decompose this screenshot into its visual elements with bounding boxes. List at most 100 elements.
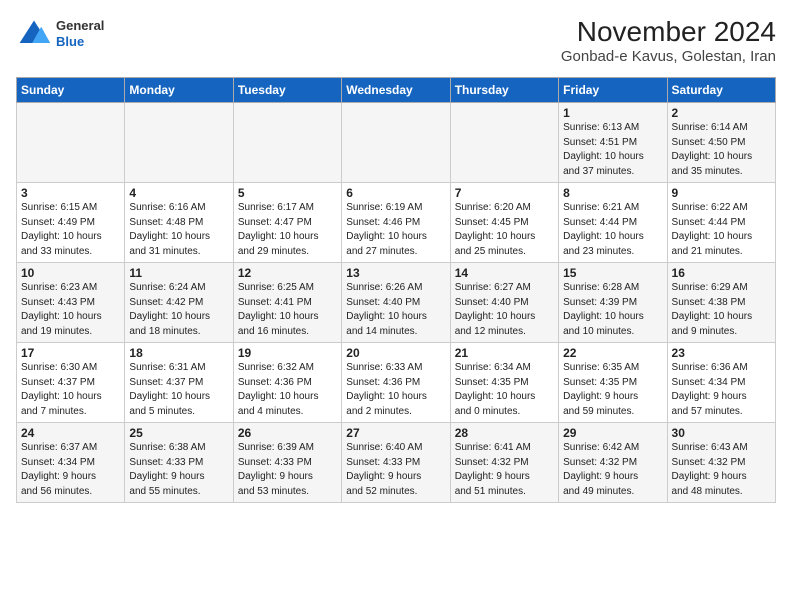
day-info: Sunrise: 6:32 AM Sunset: 4:36 PM Dayligh…	[238, 361, 337, 419]
calendar-day-cell: 8Sunrise: 6:21 AM Sunset: 4:44 PM Daylig…	[559, 183, 667, 263]
day-info: Sunrise: 6:14 AM Sunset: 4:50 PM Dayligh…	[672, 121, 771, 179]
day-number: 22	[563, 346, 662, 360]
day-number: 20	[346, 346, 445, 360]
day-info: Sunrise: 6:40 AM Sunset: 4:33 PM Dayligh…	[346, 441, 445, 499]
day-info: Sunrise: 6:30 AM Sunset: 4:37 PM Dayligh…	[21, 361, 120, 419]
weekday-header: Thursday	[450, 78, 558, 103]
day-number: 28	[455, 426, 554, 440]
calendar-week-row: 1Sunrise: 6:13 AM Sunset: 4:51 PM Daylig…	[17, 103, 776, 183]
day-number: 27	[346, 426, 445, 440]
calendar-empty-cell	[342, 103, 450, 183]
day-info: Sunrise: 6:33 AM Sunset: 4:36 PM Dayligh…	[346, 361, 445, 419]
weekday-header: Wednesday	[342, 78, 450, 103]
calendar-day-cell: 11Sunrise: 6:24 AM Sunset: 4:42 PM Dayli…	[125, 263, 233, 343]
day-number: 19	[238, 346, 337, 360]
day-info: Sunrise: 6:34 AM Sunset: 4:35 PM Dayligh…	[455, 361, 554, 419]
day-number: 11	[129, 266, 228, 280]
day-info: Sunrise: 6:37 AM Sunset: 4:34 PM Dayligh…	[21, 441, 120, 499]
calendar-day-cell: 1Sunrise: 6:13 AM Sunset: 4:51 PM Daylig…	[559, 103, 667, 183]
day-info: Sunrise: 6:20 AM Sunset: 4:45 PM Dayligh…	[455, 201, 554, 259]
day-info: Sunrise: 6:38 AM Sunset: 4:33 PM Dayligh…	[129, 441, 228, 499]
day-number: 6	[346, 186, 445, 200]
day-info: Sunrise: 6:39 AM Sunset: 4:33 PM Dayligh…	[238, 441, 337, 499]
calendar-header-row: SundayMondayTuesdayWednesdayThursdayFrid…	[17, 78, 776, 103]
calendar-day-cell: 19Sunrise: 6:32 AM Sunset: 4:36 PM Dayli…	[233, 343, 341, 423]
calendar-day-cell: 10Sunrise: 6:23 AM Sunset: 4:43 PM Dayli…	[17, 263, 125, 343]
day-number: 30	[672, 426, 771, 440]
day-number: 8	[563, 186, 662, 200]
calendar-day-cell: 2Sunrise: 6:14 AM Sunset: 4:50 PM Daylig…	[667, 103, 775, 183]
day-info: Sunrise: 6:41 AM Sunset: 4:32 PM Dayligh…	[455, 441, 554, 499]
day-info: Sunrise: 6:43 AM Sunset: 4:32 PM Dayligh…	[672, 441, 771, 499]
day-number: 5	[238, 186, 337, 200]
calendar-day-cell: 7Sunrise: 6:20 AM Sunset: 4:45 PM Daylig…	[450, 183, 558, 263]
day-info: Sunrise: 6:35 AM Sunset: 4:35 PM Dayligh…	[563, 361, 662, 419]
day-number: 24	[21, 426, 120, 440]
calendar-day-cell: 6Sunrise: 6:19 AM Sunset: 4:46 PM Daylig…	[342, 183, 450, 263]
calendar-week-row: 24Sunrise: 6:37 AM Sunset: 4:34 PM Dayli…	[17, 423, 776, 503]
calendar-day-cell: 23Sunrise: 6:36 AM Sunset: 4:34 PM Dayli…	[667, 343, 775, 423]
day-number: 4	[129, 186, 228, 200]
logo-icon	[16, 16, 52, 52]
calendar-day-cell: 24Sunrise: 6:37 AM Sunset: 4:34 PM Dayli…	[17, 423, 125, 503]
calendar-day-cell: 12Sunrise: 6:25 AM Sunset: 4:41 PM Dayli…	[233, 263, 341, 343]
calendar-day-cell: 13Sunrise: 6:26 AM Sunset: 4:40 PM Dayli…	[342, 263, 450, 343]
day-number: 16	[672, 266, 771, 280]
day-number: 18	[129, 346, 228, 360]
day-info: Sunrise: 6:23 AM Sunset: 4:43 PM Dayligh…	[21, 281, 120, 339]
calendar-day-cell: 15Sunrise: 6:28 AM Sunset: 4:39 PM Dayli…	[559, 263, 667, 343]
day-info: Sunrise: 6:42 AM Sunset: 4:32 PM Dayligh…	[563, 441, 662, 499]
weekday-header: Tuesday	[233, 78, 341, 103]
day-number: 7	[455, 186, 554, 200]
calendar-day-cell: 3Sunrise: 6:15 AM Sunset: 4:49 PM Daylig…	[17, 183, 125, 263]
page-subtitle: Gonbad-e Kavus, Golestan, Iran	[561, 48, 776, 65]
day-number: 3	[21, 186, 120, 200]
logo-text: General Blue	[56, 18, 104, 49]
day-number: 1	[563, 106, 662, 120]
calendar-empty-cell	[450, 103, 558, 183]
weekday-header: Friday	[559, 78, 667, 103]
day-info: Sunrise: 6:25 AM Sunset: 4:41 PM Dayligh…	[238, 281, 337, 339]
day-info: Sunrise: 6:24 AM Sunset: 4:42 PM Dayligh…	[129, 281, 228, 339]
calendar-empty-cell	[125, 103, 233, 183]
day-info: Sunrise: 6:15 AM Sunset: 4:49 PM Dayligh…	[21, 201, 120, 259]
day-info: Sunrise: 6:22 AM Sunset: 4:44 PM Dayligh…	[672, 201, 771, 259]
page-title: November 2024	[561, 16, 776, 48]
calendar-week-row: 10Sunrise: 6:23 AM Sunset: 4:43 PM Dayli…	[17, 263, 776, 343]
calendar-day-cell: 26Sunrise: 6:39 AM Sunset: 4:33 PM Dayli…	[233, 423, 341, 503]
day-number: 13	[346, 266, 445, 280]
logo: General Blue	[16, 16, 104, 52]
calendar-empty-cell	[233, 103, 341, 183]
calendar-day-cell: 18Sunrise: 6:31 AM Sunset: 4:37 PM Dayli…	[125, 343, 233, 423]
calendar-day-cell: 21Sunrise: 6:34 AM Sunset: 4:35 PM Dayli…	[450, 343, 558, 423]
day-number: 9	[672, 186, 771, 200]
day-info: Sunrise: 6:13 AM Sunset: 4:51 PM Dayligh…	[563, 121, 662, 179]
calendar-week-row: 17Sunrise: 6:30 AM Sunset: 4:37 PM Dayli…	[17, 343, 776, 423]
calendar-day-cell: 20Sunrise: 6:33 AM Sunset: 4:36 PM Dayli…	[342, 343, 450, 423]
calendar-day-cell: 5Sunrise: 6:17 AM Sunset: 4:47 PM Daylig…	[233, 183, 341, 263]
weekday-header: Saturday	[667, 78, 775, 103]
logo-blue: Blue	[56, 34, 104, 50]
calendar-day-cell: 27Sunrise: 6:40 AM Sunset: 4:33 PM Dayli…	[342, 423, 450, 503]
calendar-day-cell: 4Sunrise: 6:16 AM Sunset: 4:48 PM Daylig…	[125, 183, 233, 263]
calendar-day-cell: 22Sunrise: 6:35 AM Sunset: 4:35 PM Dayli…	[559, 343, 667, 423]
day-info: Sunrise: 6:17 AM Sunset: 4:47 PM Dayligh…	[238, 201, 337, 259]
day-info: Sunrise: 6:21 AM Sunset: 4:44 PM Dayligh…	[563, 201, 662, 259]
page-header: General Blue November 2024 Gonbad-e Kavu…	[16, 16, 776, 65]
day-number: 12	[238, 266, 337, 280]
title-block: November 2024 Gonbad-e Kavus, Golestan, …	[561, 16, 776, 65]
day-number: 14	[455, 266, 554, 280]
day-info: Sunrise: 6:29 AM Sunset: 4:38 PM Dayligh…	[672, 281, 771, 339]
day-info: Sunrise: 6:28 AM Sunset: 4:39 PM Dayligh…	[563, 281, 662, 339]
day-number: 26	[238, 426, 337, 440]
calendar-day-cell: 28Sunrise: 6:41 AM Sunset: 4:32 PM Dayli…	[450, 423, 558, 503]
day-number: 23	[672, 346, 771, 360]
day-number: 10	[21, 266, 120, 280]
day-number: 25	[129, 426, 228, 440]
day-info: Sunrise: 6:36 AM Sunset: 4:34 PM Dayligh…	[672, 361, 771, 419]
day-number: 29	[563, 426, 662, 440]
calendar-day-cell: 17Sunrise: 6:30 AM Sunset: 4:37 PM Dayli…	[17, 343, 125, 423]
calendar-day-cell: 9Sunrise: 6:22 AM Sunset: 4:44 PM Daylig…	[667, 183, 775, 263]
calendar-day-cell: 14Sunrise: 6:27 AM Sunset: 4:40 PM Dayli…	[450, 263, 558, 343]
calendar-week-row: 3Sunrise: 6:15 AM Sunset: 4:49 PM Daylig…	[17, 183, 776, 263]
